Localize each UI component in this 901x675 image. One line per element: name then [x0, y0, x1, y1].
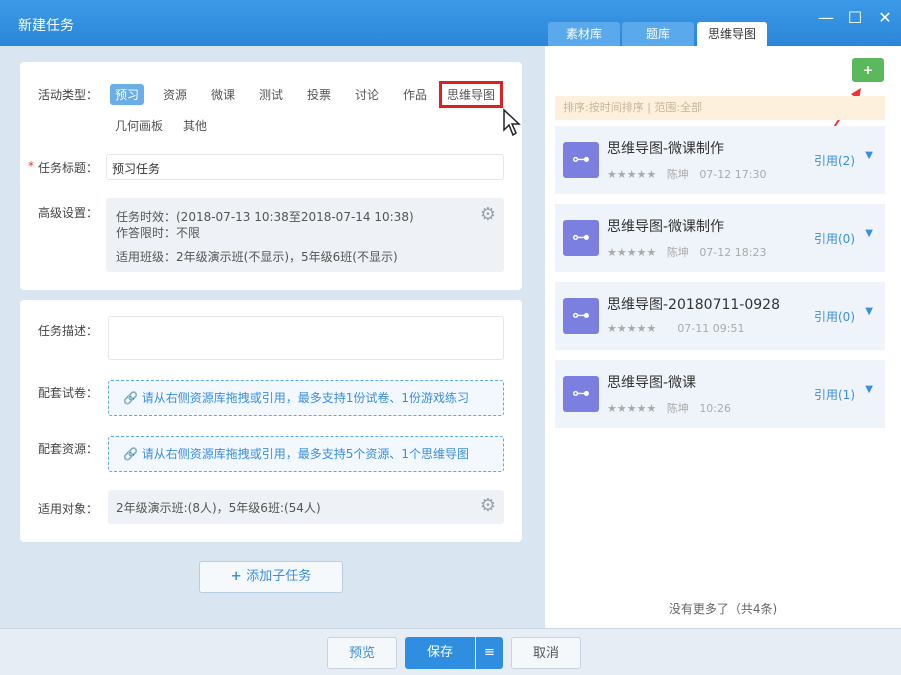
title-label: 任务标题：: [38, 161, 99, 175]
type-resource[interactable]: 资源: [158, 84, 192, 105]
mindmap-icon: ⊶: [563, 220, 599, 256]
save-options-button[interactable]: ≡: [476, 637, 503, 669]
time-limit-text: 作答限时：不限: [116, 226, 201, 240]
type-mindmap[interactable]: 思维导图: [438, 81, 504, 108]
mouse-cursor-icon: [503, 108, 521, 137]
save-button[interactable]: 保存: [405, 637, 475, 669]
classes-text: 适用班级：2年级演示班(不显示)，5年级6班(不显示): [116, 250, 398, 264]
bottom-bar: 预览 保存 ≡ 取消: [0, 628, 901, 675]
target-label: 适用对象：: [38, 502, 99, 516]
item-meta: ★★★★★ 陈坤 07-12 18:23: [607, 246, 767, 259]
basic-card: 活动类型： 预习 资源 微课 测试 投票 讨论 作品 思维导图 几何画板 其他 …: [20, 62, 522, 290]
resource-hint: 请从右侧资源库拖拽或引用，最多支持5个资源、1个思维导图: [141, 447, 470, 461]
item-name: 思维导图-微课: [607, 375, 697, 391]
tab-questions[interactable]: 题库: [622, 22, 694, 46]
type-discussion[interactable]: 讨论: [350, 84, 384, 105]
reference-button[interactable]: 引用(0): [814, 230, 855, 247]
type-microlesson[interactable]: 微课: [206, 84, 240, 105]
gear-icon[interactable]: ⚙: [480, 495, 496, 516]
list-footer: 没有更多了（共4条): [668, 602, 778, 616]
item-name: 思维导图-20180711-0928: [607, 297, 780, 313]
reference-button[interactable]: 引用(0): [814, 308, 855, 325]
minimize-button[interactable]: —: [815, 8, 837, 27]
resource-label: 配套资源：: [38, 442, 99, 456]
window-title: 新建任务: [18, 18, 74, 34]
description-input[interactable]: [108, 316, 504, 360]
link-icon: 🔗: [123, 447, 142, 461]
link-icon: 🔗: [123, 391, 142, 405]
item-meta: ★★★★★ 陈坤 07-12 17:30: [607, 168, 767, 181]
sort-filter-bar[interactable]: 排序:按时间排序 | 范围:全部: [555, 96, 885, 120]
type-preview[interactable]: 预习: [110, 84, 145, 105]
title-input[interactable]: 预习任务: [106, 154, 504, 180]
task-form-panel: 活动类型： 预习 资源 微课 测试 投票 讨论 作品 思维导图 几何画板 其他 …: [0, 46, 545, 628]
chevron-down-icon[interactable]: ▼: [865, 306, 873, 317]
list-item[interactable]: ⊶ 思维导图-微课制作 ★★★★★ 陈坤 07-12 17:30 引用(2) ▼: [555, 126, 885, 194]
preview-button[interactable]: 预览: [327, 637, 397, 669]
add-mindmap-button[interactable]: +: [852, 58, 884, 82]
close-button[interactable]: ✕: [874, 8, 896, 27]
reference-button[interactable]: 引用(1): [814, 386, 855, 403]
paper-label: 配套试卷：: [38, 386, 99, 400]
paper-hint: 请从右侧资源库拖拽或引用，最多支持1份试卷、1份游戏练习: [141, 391, 470, 405]
description-label: 任务描述：: [38, 324, 99, 338]
target-value: 2年级演示班:(8人)，5年级6班:(54人): [116, 501, 321, 515]
add-subtask-label: 添加子任务: [246, 569, 312, 584]
cancel-button[interactable]: 取消: [511, 637, 581, 669]
type-other[interactable]: 其他: [178, 115, 212, 136]
title-bar: 新建任务 — ☐ ✕ 素材库 题库 思维导图: [0, 0, 901, 46]
detail-card: 任务描述： 配套试卷： 🔗 请从右侧资源库拖拽或引用，最多支持1份试卷、1份游戏…: [20, 300, 522, 542]
chevron-down-icon[interactable]: ▼: [865, 384, 873, 395]
item-name: 思维导图-微课制作: [607, 141, 725, 157]
chevron-down-icon[interactable]: ▼: [865, 228, 873, 239]
type-geometry[interactable]: 几何画板: [110, 115, 168, 136]
mindmap-icon: ⊶: [563, 142, 599, 178]
list-item[interactable]: ⊶ 思维导图-微课制作 ★★★★★ 陈坤 07-12 18:23 引用(0) ▼: [555, 204, 885, 272]
validity-text: 任务时效：(2018-07-13 10:38至2018-07-14 10:38): [116, 210, 414, 224]
gear-icon[interactable]: ⚙: [480, 204, 496, 225]
tab-mindmap[interactable]: 思维导图: [697, 22, 767, 46]
maximize-button[interactable]: ☐: [844, 8, 866, 27]
chevron-down-icon[interactable]: ▼: [865, 150, 873, 161]
required-mark: *: [28, 159, 34, 173]
advanced-settings: 任务时效：(2018-07-13 10:38至2018-07-14 10:38)…: [106, 198, 504, 272]
mindmap-panel: + 排序:按时间排序 | 范围:全部 ⊶ 思维导图-微课制作 ★★★★★ 陈坤 07…: [545, 46, 901, 628]
reference-button[interactable]: 引用(2): [814, 152, 855, 169]
item-name: 思维导图-微课制作: [607, 219, 725, 235]
add-subtask-button[interactable]: + 添加子任务: [199, 561, 343, 593]
target-field: 2年级演示班:(8人)，5年级6班:(54人) ⚙: [108, 490, 504, 524]
list-item[interactable]: ⊶ 思维导图-微课 ★★★★★ 陈坤 10:26 引用(1) ▼: [555, 360, 885, 428]
paper-dropzone[interactable]: 🔗 请从右侧资源库拖拽或引用，最多支持1份试卷、1份游戏练习: [108, 380, 504, 416]
type-test[interactable]: 测试: [254, 84, 288, 105]
tab-materials[interactable]: 素材库: [548, 22, 620, 46]
mindmap-icon: ⊶: [563, 376, 599, 412]
activity-type-label: 活动类型：: [38, 88, 99, 102]
advanced-label: 高级设置：: [38, 206, 99, 220]
type-work[interactable]: 作品: [398, 84, 432, 105]
item-meta: ★★★★★ 陈坤 10:26: [607, 402, 732, 415]
resource-dropzone[interactable]: 🔗 请从右侧资源库拖拽或引用，最多支持5个资源、1个思维导图: [108, 436, 504, 472]
mindmap-icon: ⊶: [563, 298, 599, 334]
type-vote[interactable]: 投票: [302, 84, 336, 105]
list-item[interactable]: ⊶ 思维导图-20180711-0928 ★★★★★ 07-11 09:51 引用(0…: [555, 282, 885, 350]
item-meta: ★★★★★ 07-11 09:51: [607, 322, 745, 335]
